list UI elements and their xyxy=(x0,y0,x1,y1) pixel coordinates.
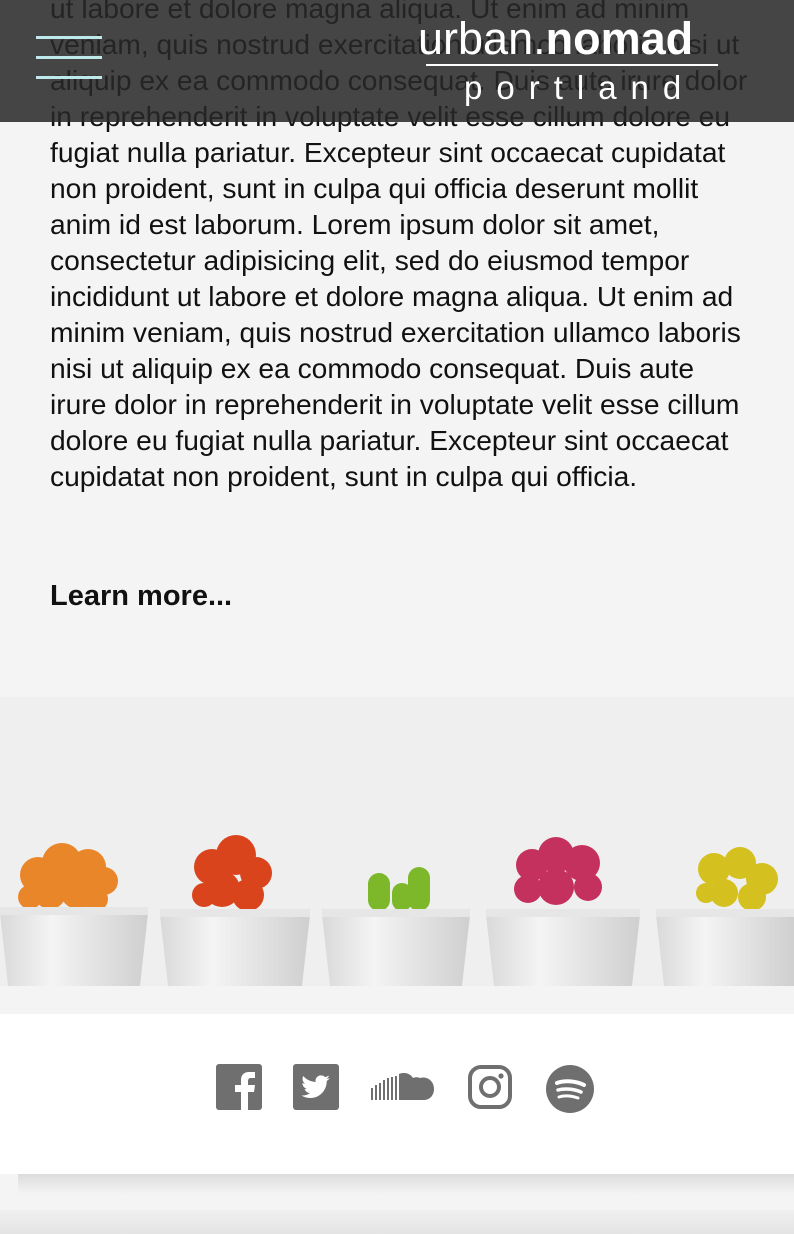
learn-more-link[interactable]: Learn more... xyxy=(50,580,232,613)
cactus-banner-image xyxy=(0,697,794,986)
facebook-icon[interactable] xyxy=(216,1064,262,1116)
logo-divider xyxy=(426,64,718,66)
twitter-icon[interactable] xyxy=(293,1064,339,1116)
hamburger-line xyxy=(36,76,102,79)
hamburger-icon[interactable] xyxy=(36,34,104,82)
soundcloud-icon[interactable] xyxy=(370,1064,436,1116)
hamburger-line xyxy=(36,56,102,59)
logo-portland: portland xyxy=(464,69,696,106)
logo-urban: urban. xyxy=(418,13,546,64)
page-bottom xyxy=(0,1210,794,1234)
logo-wordmark: urban.nomad xyxy=(418,14,693,64)
hamburger-line xyxy=(36,36,102,39)
logo-nomad: nomad xyxy=(545,13,694,64)
site-logo[interactable]: urban.nomad portland xyxy=(418,6,728,116)
footer-shadow xyxy=(18,1174,794,1194)
cactus-pots-illustration xyxy=(0,697,794,986)
spotify-icon[interactable] xyxy=(545,1064,595,1116)
instagram-icon[interactable] xyxy=(467,1064,513,1116)
site-header: urban.nomad portland xyxy=(0,0,794,122)
